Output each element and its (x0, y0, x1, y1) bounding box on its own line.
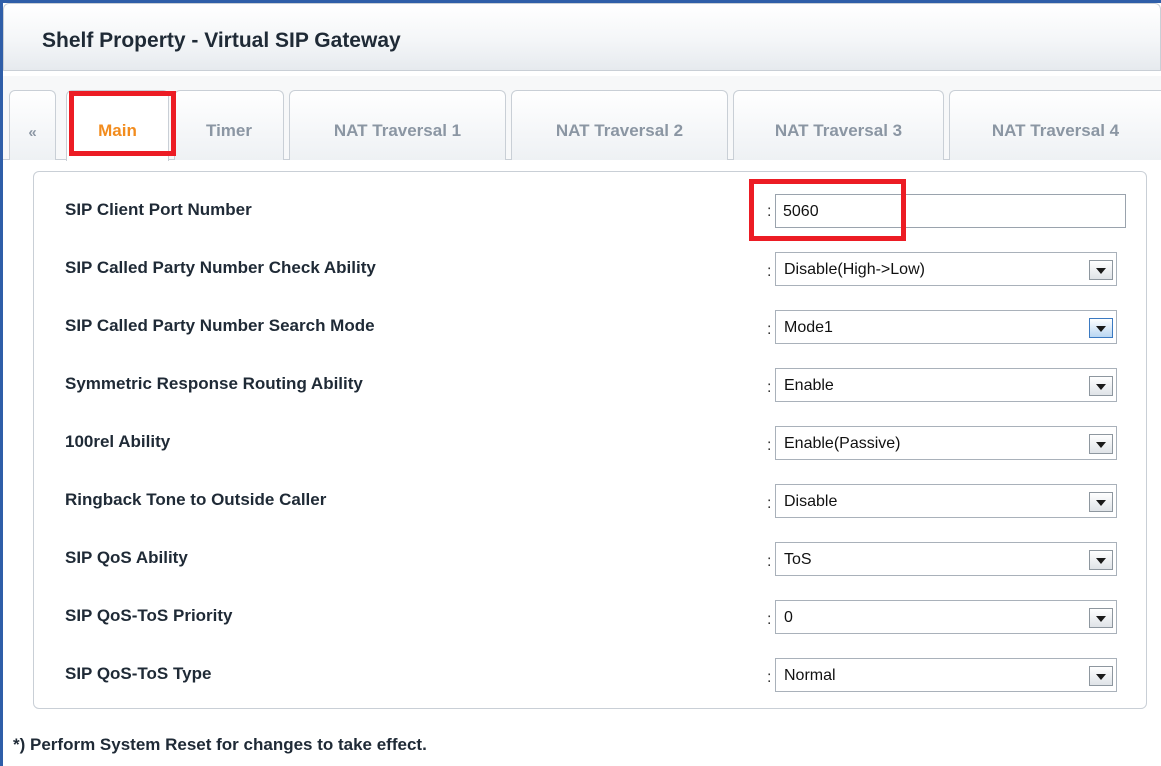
select-value: Normal (784, 667, 836, 684)
label-sip-qos-ability: SIP QoS Ability (65, 548, 188, 567)
select-value: Disable (784, 493, 838, 510)
tab-timer[interactable]: Timer (174, 90, 284, 160)
separator: : (767, 669, 772, 686)
tab-label: NAT Traversal 2 (555, 121, 684, 140)
chevron-down-icon[interactable] (1089, 434, 1113, 454)
label-called-party-check: SIP Called Party Number Check Ability (65, 258, 376, 277)
symmetric-response-routing-select[interactable]: Enable (775, 368, 1117, 402)
tab-label: NAT Traversal 3 (774, 121, 903, 140)
select-value: Disable(High->Low) (784, 261, 925, 278)
reset-note: *) Perform System Reset for changes to t… (13, 735, 427, 754)
chevron-down-icon[interactable] (1089, 550, 1113, 570)
chevron-down-icon[interactable] (1089, 492, 1113, 512)
label-sip-qos-tos-priority: SIP QoS-ToS Priority (65, 606, 233, 625)
separator: : (767, 611, 772, 628)
select-value: ToS (784, 551, 812, 568)
called-party-search-mode-select[interactable]: Mode1 (775, 310, 1117, 344)
chevron-down-icon[interactable] (1089, 260, 1113, 280)
tab-nat-traversal-3[interactable]: NAT Traversal 3 (733, 90, 944, 160)
called-party-check-select[interactable]: Disable(High->Low) (775, 252, 1117, 286)
select-value: Enable (784, 377, 834, 394)
chevron-down-icon[interactable] (1089, 376, 1113, 396)
sip-client-port-input[interactable]: 5060 (775, 194, 1126, 228)
label-sip-qos-tos-type: SIP QoS-ToS Type (65, 664, 212, 683)
tab-nat-traversal-2[interactable]: NAT Traversal 2 (511, 90, 728, 160)
separator: : (767, 379, 772, 396)
tab-prev-button[interactable]: « (9, 90, 56, 160)
chevron-down-icon[interactable] (1089, 666, 1113, 686)
tab-strip: « Main Timer NAT Traversal 1 NAT Travers… (3, 76, 1161, 161)
tab-label: Timer (206, 121, 252, 140)
tab-label: Main (98, 121, 137, 140)
tab-main[interactable]: Main (66, 90, 169, 161)
label-ringback-tone: Ringback Tone to Outside Caller (65, 490, 327, 509)
100rel-ability-select[interactable]: Enable(Passive) (775, 426, 1117, 460)
chevron-down-icon[interactable] (1089, 608, 1113, 628)
ringback-tone-select[interactable]: Disable (775, 484, 1117, 518)
double-left-arrow-icon: « (28, 124, 37, 141)
sip-qos-ability-select[interactable]: ToS (775, 542, 1117, 576)
select-value: Enable(Passive) (784, 435, 901, 452)
label-100rel-ability: 100rel Ability (65, 432, 171, 451)
window-title: Shelf Property - Virtual SIP Gateway (42, 29, 401, 52)
select-value: 0 (784, 609, 793, 626)
separator: : (767, 263, 772, 280)
separator: : (767, 321, 772, 338)
label-symmetric-response-routing: Symmetric Response Routing Ability (65, 374, 363, 393)
label-called-party-search-mode: SIP Called Party Number Search Mode (65, 316, 375, 335)
sip-qos-tos-type-select[interactable]: Normal (775, 658, 1117, 692)
chevron-down-icon[interactable] (1089, 318, 1113, 338)
separator: : (767, 495, 772, 512)
tab-label: NAT Traversal 1 (333, 121, 462, 140)
window-titlebar: Shelf Property - Virtual SIP Gateway (3, 3, 1161, 71)
sip-qos-tos-priority-select[interactable]: 0 (775, 600, 1117, 634)
separator: : (767, 437, 772, 454)
separator: : (767, 553, 772, 570)
label-sip-client-port: SIP Client Port Number (65, 200, 252, 219)
select-value: Mode1 (784, 319, 833, 336)
tab-nat-traversal-1[interactable]: NAT Traversal 1 (289, 90, 506, 160)
separator: : (767, 203, 772, 220)
tab-label: NAT Traversal 4 (991, 121, 1120, 140)
tab-nat-traversal-4[interactable]: NAT Traversal 4 (949, 90, 1161, 160)
